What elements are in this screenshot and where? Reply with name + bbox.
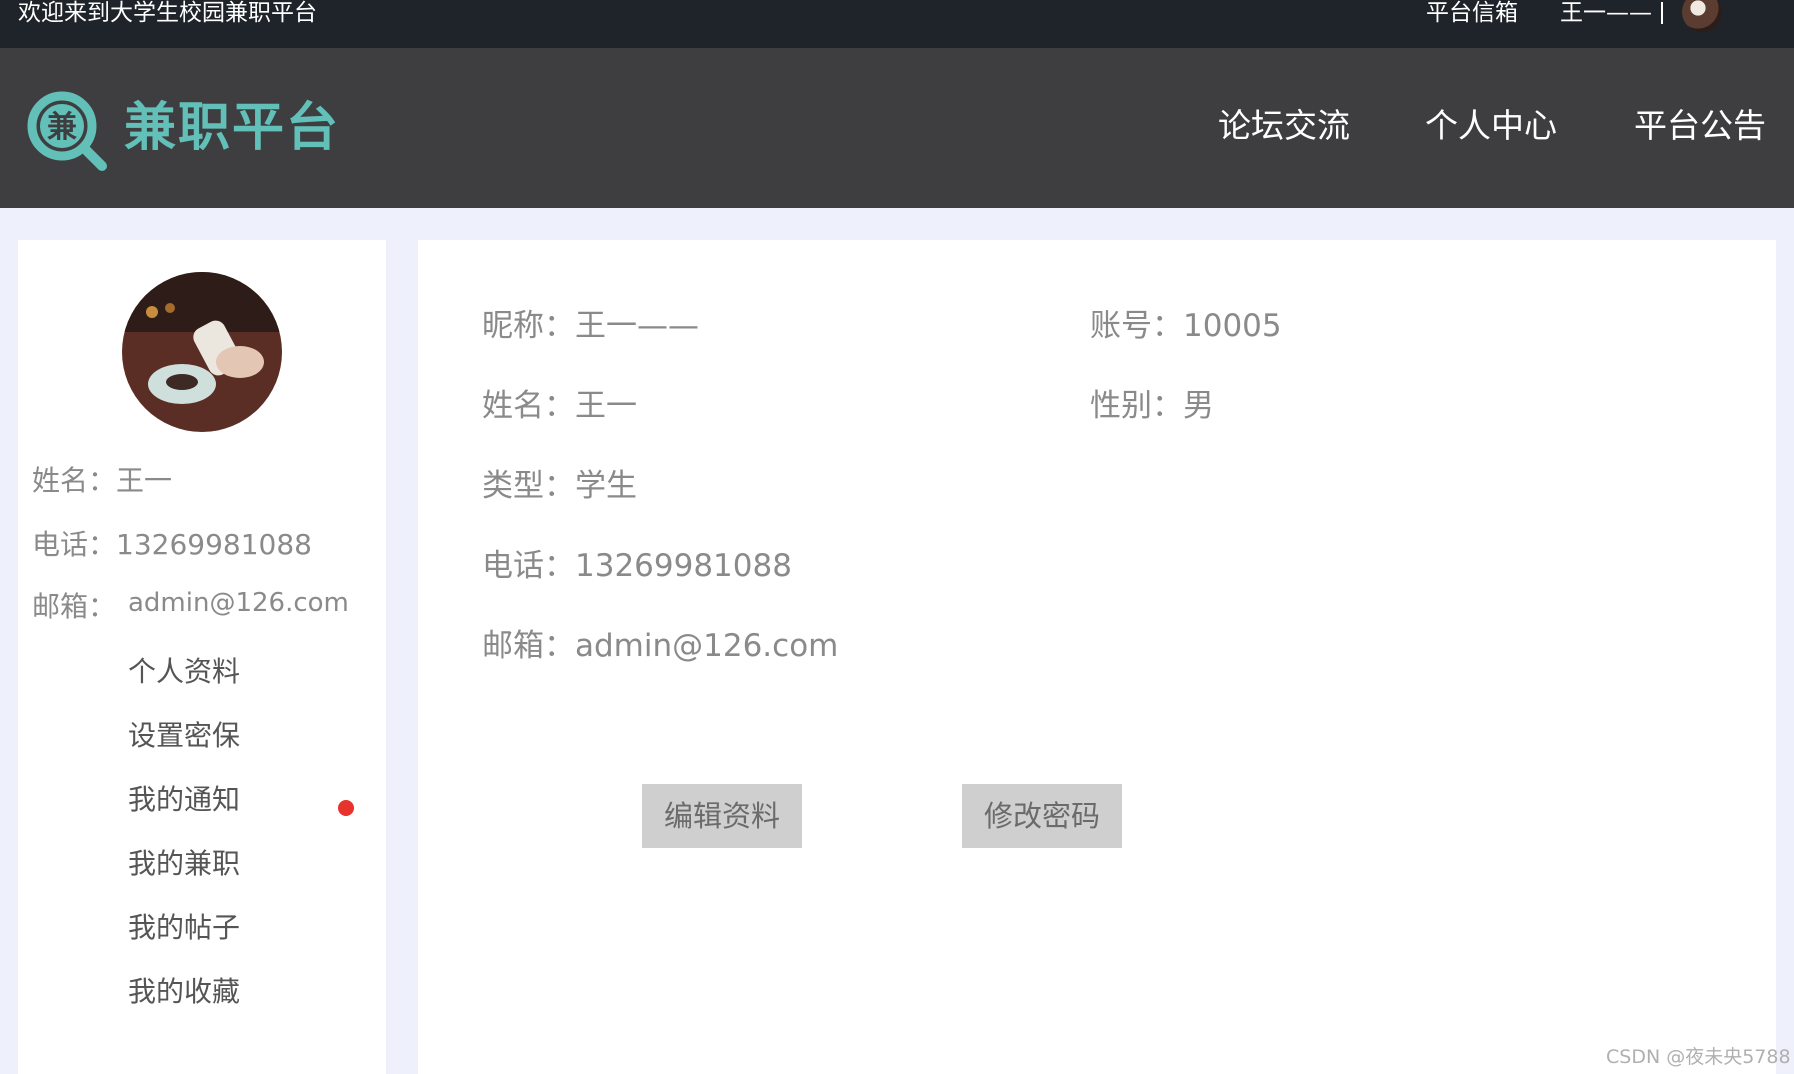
type-field: 类型：学生 xyxy=(482,466,637,506)
nav-personal-center[interactable]: 个人中心 xyxy=(1425,104,1557,148)
watermark: CSDN @夜未央5788 xyxy=(1606,1046,1791,1068)
logo-glyph: 兼 xyxy=(47,110,77,145)
nickname-field: 昵称：王一—— xyxy=(482,306,699,346)
name-label: 姓名： xyxy=(482,388,575,424)
notification-badge-dot xyxy=(338,800,354,816)
profile-sidebar: 姓名：王一 电话：13269981088 邮箱： admin@126.com 个… xyxy=(18,240,386,1074)
sidebar-email: 邮箱： xyxy=(32,590,116,624)
sidebar-phone: 电话：13269981088 xyxy=(32,528,312,562)
name-field: 姓名：王一 xyxy=(482,386,637,426)
name-value: 王一 xyxy=(575,388,637,424)
user-avatar-thumbnail[interactable] xyxy=(1682,0,1722,32)
account-label: 账号： xyxy=(1090,308,1183,344)
nav-forum[interactable]: 论坛交流 xyxy=(1218,104,1350,148)
nickname-label: 昵称： xyxy=(482,308,575,344)
menu-my-jobs[interactable]: 我的兼职 xyxy=(128,846,240,882)
menu-personal-info[interactable]: 个人资料 xyxy=(128,654,240,690)
profile-avatar xyxy=(122,272,282,432)
welcome-text: 欢迎来到大学生校园兼职平台 xyxy=(18,0,317,26)
sidebar-email-label: 邮箱： xyxy=(32,590,117,623)
email-field: 邮箱：admin@126.com xyxy=(482,626,838,666)
profile-details-panel: 昵称：王一—— 账号：10005 姓名：王一 性别：男 类型：学生 电话：132… xyxy=(418,240,1776,1074)
account-field: 账号：10005 xyxy=(1090,306,1282,346)
nav-announcements[interactable]: 平台公告 xyxy=(1634,104,1766,148)
main-header: 兼 兼职平台 论坛交流 个人中心 平台公告 xyxy=(0,48,1794,208)
sidebar-name: 姓名：王一 xyxy=(32,464,172,498)
phone-value: 13269981088 xyxy=(575,548,792,584)
edit-profile-button[interactable]: 编辑资料 xyxy=(642,784,802,848)
sidebar-name-value: 王一 xyxy=(116,464,173,497)
logo-magnifier-icon[interactable]: 兼 xyxy=(26,90,110,174)
gender-field: 性别：男 xyxy=(1090,386,1214,426)
sidebar-email-value: admin@126.com xyxy=(128,588,349,618)
menu-my-posts[interactable]: 我的帖子 xyxy=(128,910,240,946)
gender-label: 性别： xyxy=(1090,388,1183,424)
change-password-button[interactable]: 修改密码 xyxy=(962,784,1122,848)
username-link[interactable]: 王一—— xyxy=(1560,0,1652,26)
nickname-value: 王一—— xyxy=(575,308,699,344)
account-value: 10005 xyxy=(1183,308,1282,344)
sidebar-phone-label: 电话： xyxy=(32,528,117,561)
top-bar: 欢迎来到大学生校园兼职平台 平台信箱 王一—— xyxy=(0,0,1794,48)
divider xyxy=(1661,2,1663,24)
platform-mailbox-link[interactable]: 平台信箱 xyxy=(1426,0,1518,26)
sidebar-phone-value: 13269981088 xyxy=(116,528,312,561)
type-label: 类型： xyxy=(482,468,575,504)
sidebar-name-label: 姓名： xyxy=(32,464,117,497)
phone-label: 电话： xyxy=(482,548,575,584)
gender-value: 男 xyxy=(1183,388,1214,424)
type-value: 学生 xyxy=(575,468,637,504)
logo-text[interactable]: 兼职平台 xyxy=(124,96,340,160)
phone-field: 电话：13269981088 xyxy=(482,546,792,586)
email-value: admin@126.com xyxy=(575,628,839,664)
menu-my-favorites[interactable]: 我的收藏 xyxy=(128,974,240,1010)
email-label: 邮箱： xyxy=(482,628,575,664)
menu-security-question[interactable]: 设置密保 xyxy=(128,718,240,754)
menu-notifications[interactable]: 我的通知 xyxy=(128,782,240,818)
